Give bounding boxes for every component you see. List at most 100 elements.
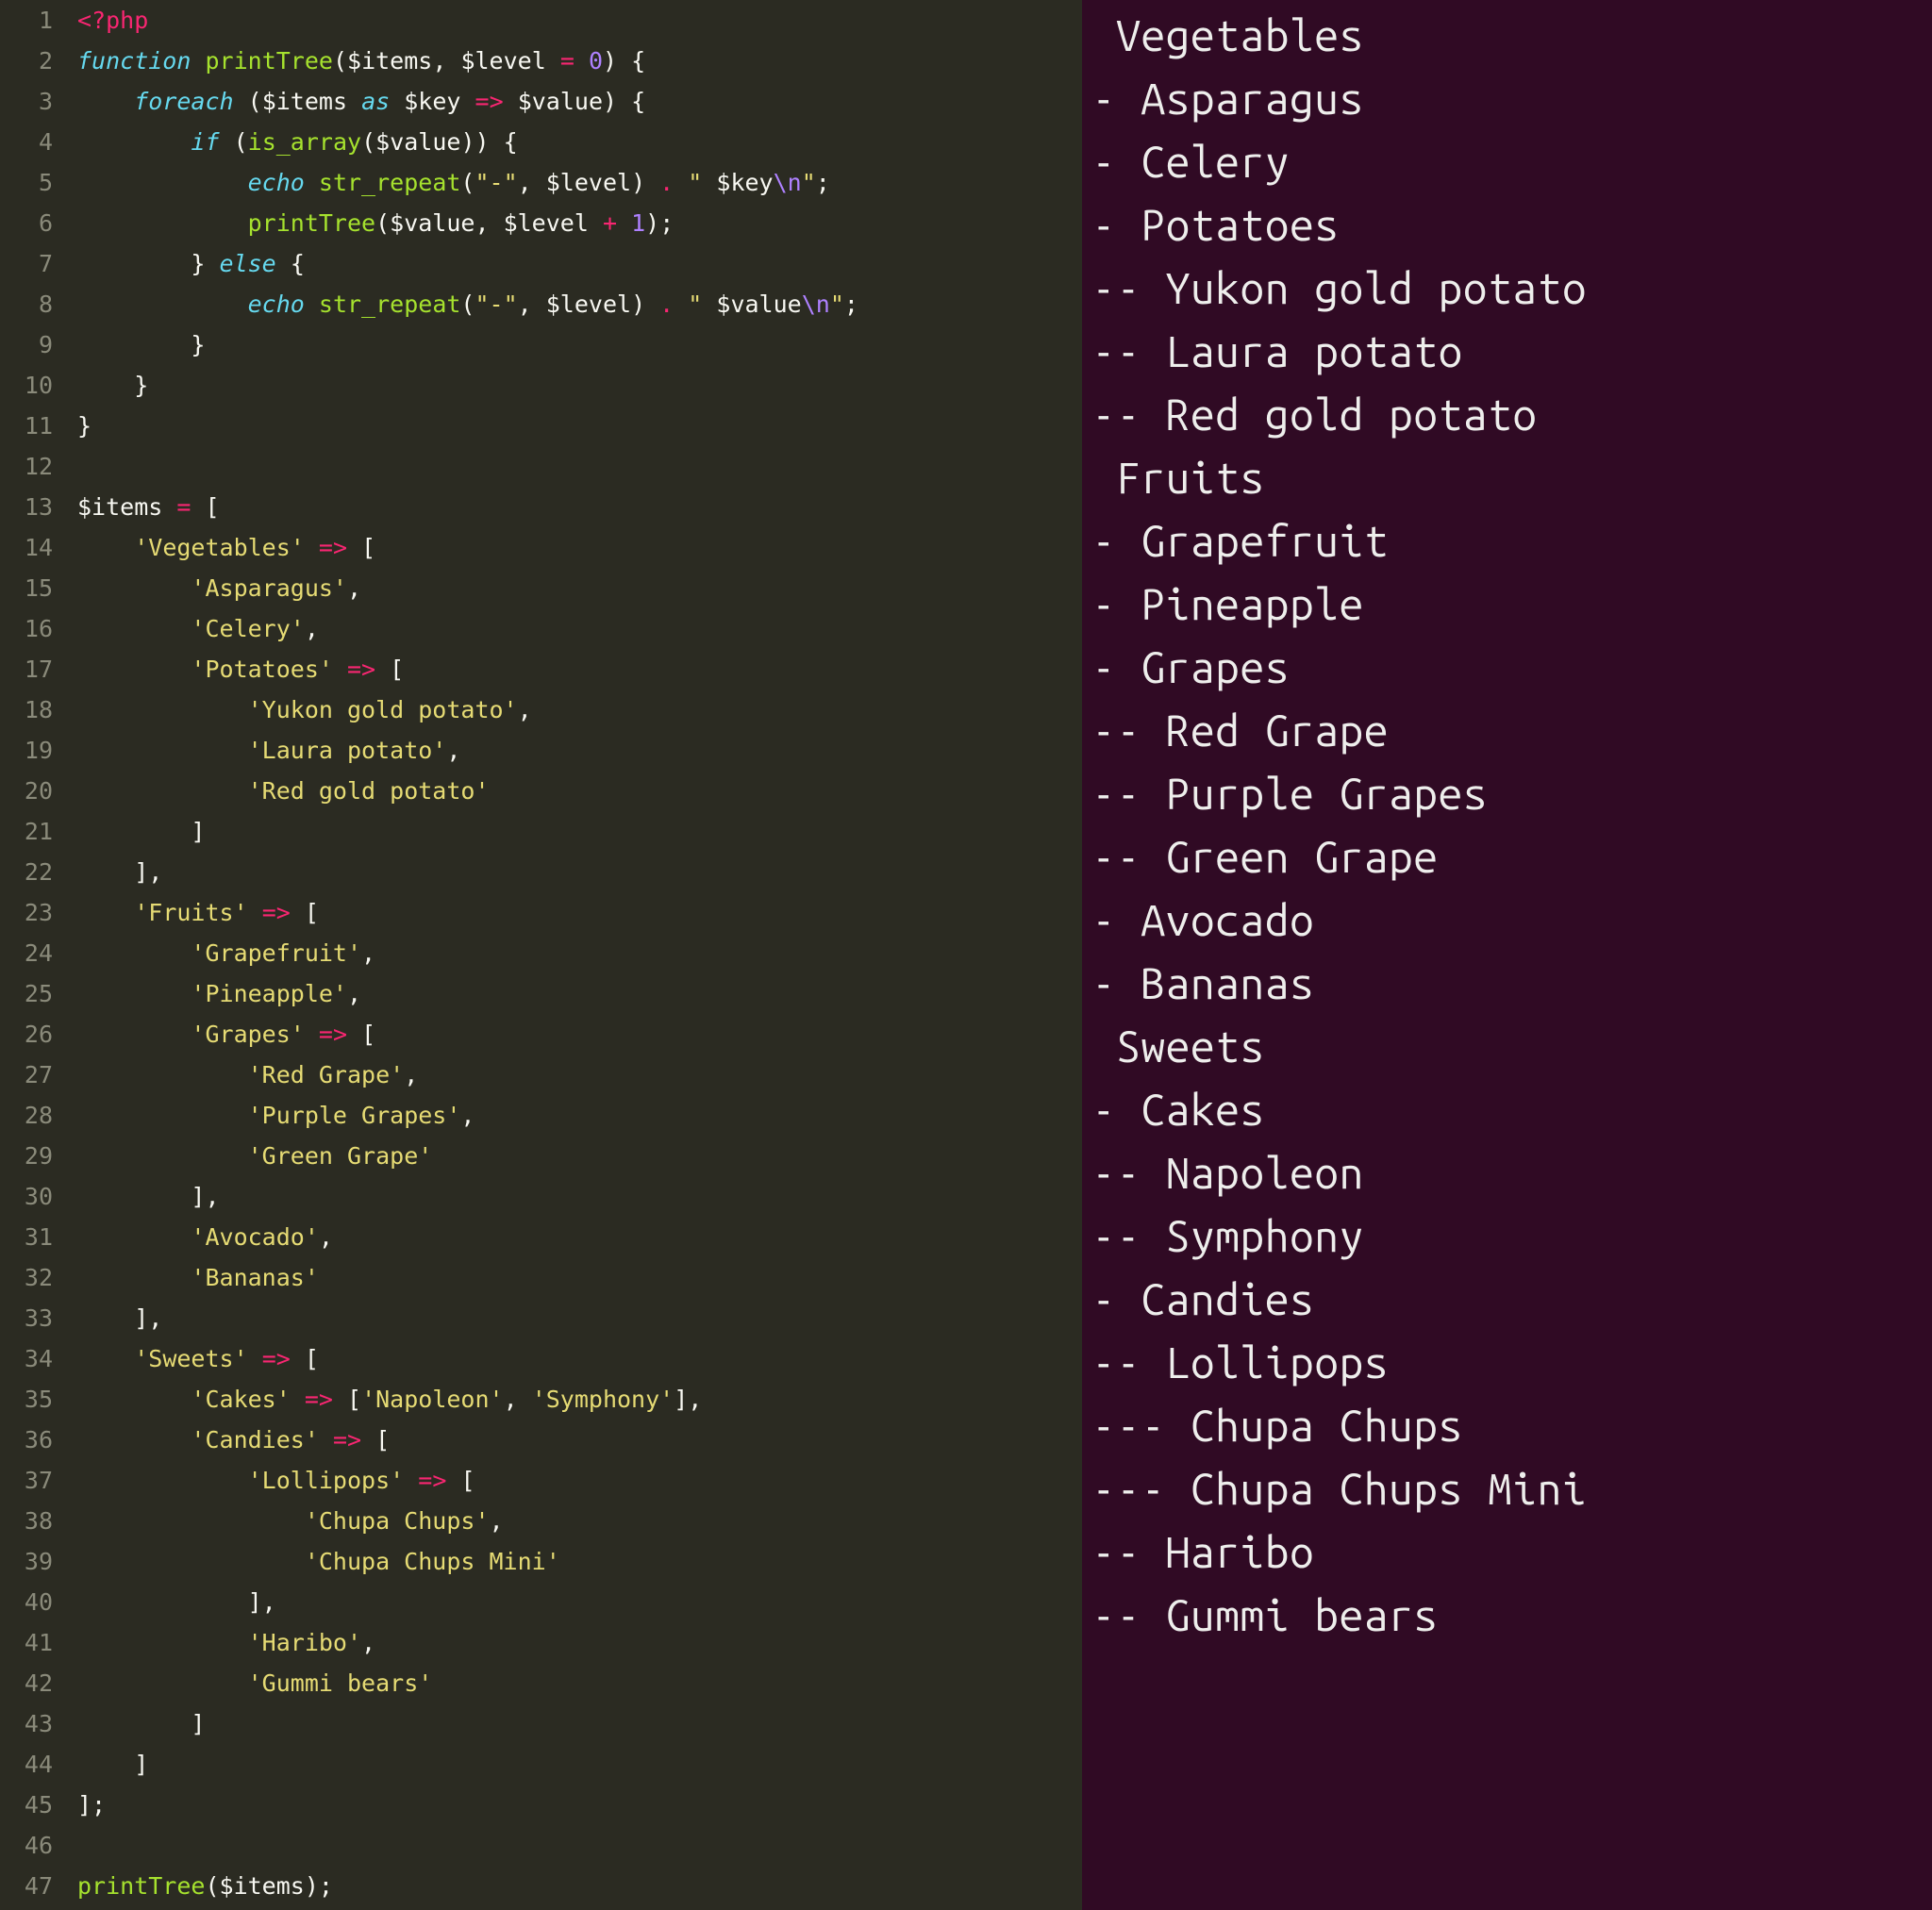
code-line[interactable]: ]; <box>77 1785 1082 1825</box>
code-token: { <box>291 250 305 277</box>
code-line[interactable]: 'Chupa Chups Mini' <box>77 1541 1082 1582</box>
code-line[interactable]: if (is_array($value)) { <box>77 122 1082 162</box>
code-line[interactable]: printTree($value, $level + 1); <box>77 203 1082 243</box>
terminal-line: -- Purple Grapes <box>1091 762 1923 825</box>
code-token <box>234 88 248 115</box>
code-line[interactable]: 'Lollipops' => [ <box>77 1460 1082 1501</box>
terminal-output[interactable]: Vegetables- Asparagus- Celery- Potatoes-… <box>1082 0 1932 1910</box>
code-line[interactable]: 'Bananas' <box>77 1257 1082 1298</box>
code-token <box>77 1223 191 1251</box>
code-line[interactable]: 'Yukon gold potato', <box>77 689 1082 730</box>
code-token: $items <box>347 47 432 75</box>
code-line[interactable]: 'Avocado', <box>77 1217 1082 1257</box>
code-token: ); <box>305 1872 333 1900</box>
code-line[interactable]: <?php <box>77 0 1082 41</box>
code-token: echo <box>248 291 305 318</box>
code-line[interactable]: 'Laura potato', <box>77 730 1082 771</box>
code-token: ) { <box>603 47 645 75</box>
code-token: 'Lollipops' <box>248 1467 405 1494</box>
terminal-line: - Potatoes <box>1091 193 1923 257</box>
code-token: 'Candies' <box>191 1426 318 1453</box>
code-line[interactable]: 'Fruits' => [ <box>77 892 1082 933</box>
code-token: is_array <box>248 128 361 156</box>
code-token: ) <box>631 291 659 318</box>
code-token: ; <box>844 291 858 318</box>
code-line[interactable]: 'Asparagus', <box>77 568 1082 608</box>
code-line[interactable]: 'Chupa Chups', <box>77 1501 1082 1541</box>
code-line[interactable]: 'Sweets' => [ <box>77 1338 1082 1379</box>
line-number: 39 <box>0 1541 53 1582</box>
code-token: , <box>347 574 361 602</box>
code-line[interactable]: } <box>77 406 1082 446</box>
code-token <box>77 169 248 196</box>
code-token: \n <box>774 169 802 196</box>
code-line[interactable]: 'Candies' => [ <box>77 1420 1082 1460</box>
code-line[interactable]: 'Green Grape' <box>77 1136 1082 1176</box>
code-token <box>77 939 191 967</box>
code-token <box>361 1426 375 1453</box>
code-line[interactable]: ], <box>77 852 1082 892</box>
terminal-line: -- Red Grape <box>1091 699 1923 762</box>
code-line[interactable]: 'Gummi bears' <box>77 1663 1082 1703</box>
line-number: 6 <box>0 203 53 243</box>
code-line[interactable]: 'Haribo', <box>77 1622 1082 1663</box>
code-token: } <box>77 412 92 440</box>
code-token: " <box>830 291 844 318</box>
code-token <box>77 1264 191 1291</box>
line-number-gutter: 1234567891011121314151617181920212223242… <box>0 0 66 1910</box>
line-number: 3 <box>0 81 53 122</box>
code-line[interactable]: } else { <box>77 243 1082 284</box>
line-number: 13 <box>0 487 53 527</box>
code-token: , <box>347 980 361 1007</box>
code-line[interactable]: } <box>77 324 1082 365</box>
line-number: 14 <box>0 527 53 568</box>
code-line[interactable]: ], <box>77 1298 1082 1338</box>
code-line[interactable]: } <box>77 365 1082 406</box>
code-token <box>460 88 475 115</box>
code-line[interactable]: ] <box>77 1744 1082 1785</box>
code-line[interactable]: function printTree($items, $level = 0) { <box>77 41 1082 81</box>
code-token <box>77 615 191 642</box>
code-line[interactable]: 'Pineapple', <box>77 973 1082 1014</box>
code-line[interactable]: ], <box>77 1582 1082 1622</box>
code-line[interactable]: 'Vegetables' => [ <box>77 527 1082 568</box>
terminal-line: --- Chupa Chups <box>1091 1394 1923 1457</box>
code-line[interactable] <box>77 1825 1082 1866</box>
code-line[interactable]: $items = [ <box>77 487 1082 527</box>
code-line[interactable]: 'Celery', <box>77 608 1082 649</box>
code-token <box>77 209 248 237</box>
code-token: => <box>333 1426 361 1453</box>
code-line[interactable]: 'Grapefruit', <box>77 933 1082 973</box>
code-token: function <box>77 47 191 75</box>
code-line[interactable]: ] <box>77 811 1082 852</box>
code-line[interactable]: printTree($items); <box>77 1866 1082 1906</box>
code-editor[interactable]: 1234567891011121314151617181920212223242… <box>0 0 1082 1910</box>
code-token: => <box>262 899 291 926</box>
code-token: 'Red Grape' <box>248 1061 405 1088</box>
code-token <box>77 1061 248 1088</box>
code-area[interactable]: <?php function printTree($items, $level =… <box>66 0 1082 1910</box>
code-line[interactable]: 'Grapes' => [ <box>77 1014 1082 1055</box>
code-line[interactable]: 'Red Grape', <box>77 1055 1082 1095</box>
code-line[interactable]: echo str_repeat("-", $level) . " $value\… <box>77 284 1082 324</box>
code-line[interactable]: 'Cakes' => ['Napoleon', 'Symphony'], <box>77 1379 1082 1420</box>
code-token <box>333 656 347 683</box>
code-token <box>77 1467 248 1494</box>
code-token: " <box>688 169 716 196</box>
code-line[interactable]: echo str_repeat("-", $level) . " $key\n"… <box>77 162 1082 203</box>
code-token: 'Haribo' <box>248 1629 361 1656</box>
terminal-line: -- Symphony <box>1091 1204 1923 1268</box>
code-token: <?php <box>77 7 148 34</box>
line-number: 9 <box>0 324 53 365</box>
code-token: 1 <box>631 209 645 237</box>
terminal-line: -- Haribo <box>1091 1520 1923 1584</box>
code-line[interactable] <box>77 446 1082 487</box>
code-line[interactable]: ], <box>77 1176 1082 1217</box>
code-line[interactable]: 'Potatoes' => [ <box>77 649 1082 689</box>
code-token: => <box>319 1021 347 1048</box>
code-line[interactable]: 'Purple Grapes', <box>77 1095 1082 1136</box>
code-token: , <box>518 169 546 196</box>
code-line[interactable]: 'Red gold potato' <box>77 771 1082 811</box>
code-line[interactable]: ] <box>77 1703 1082 1744</box>
code-line[interactable]: foreach ($items as $key => $value) { <box>77 81 1082 122</box>
